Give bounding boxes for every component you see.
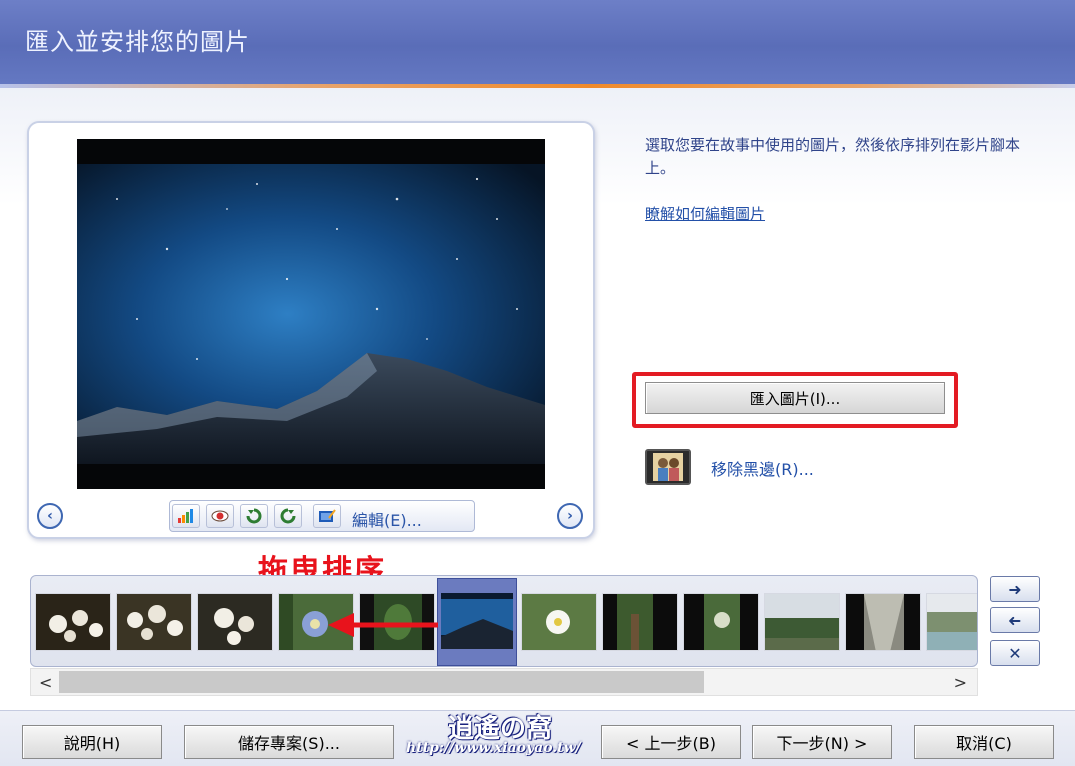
cancel-button[interactable]: 取消(C) bbox=[914, 725, 1054, 759]
thumbnail-flowers-3[interactable] bbox=[197, 593, 273, 651]
image-toolbar: 編輯(E)... bbox=[169, 500, 475, 532]
thumbnail-forest-landscape[interactable] bbox=[764, 593, 840, 651]
filmstrip-scrollbar[interactable]: < > bbox=[30, 668, 978, 696]
watermark-logo: 逍遙の窩 http://www.xiaoyao.tw/ bbox=[398, 706, 598, 764]
back-button[interactable]: < 上一步(B) bbox=[601, 725, 741, 759]
next-button[interactable]: 下一步(N) > bbox=[752, 725, 892, 759]
rotate-left-icon[interactable] bbox=[240, 504, 268, 528]
save-project-button[interactable]: 儲存專案(S)... bbox=[184, 725, 394, 759]
thumbnail-plant-portrait[interactable] bbox=[683, 593, 759, 651]
arrow-right-icon[interactable]: ➜ bbox=[990, 576, 1040, 602]
red-eye-icon[interactable] bbox=[206, 504, 234, 528]
auto-adjust-icon[interactable] bbox=[172, 504, 200, 528]
rotate-right-icon[interactable] bbox=[274, 504, 302, 528]
thumbnail-flowers-2[interactable] bbox=[116, 593, 192, 651]
thumbnail-flowers-1[interactable] bbox=[35, 593, 111, 651]
edit-button[interactable]: 編輯(E)... bbox=[352, 507, 422, 531]
help-button[interactable]: 說明(H) bbox=[22, 725, 162, 759]
header-bar: 匯入並安排您的圖片 bbox=[0, 0, 1075, 84]
edit-icon[interactable] bbox=[313, 504, 341, 528]
watermark-url: http://www.xiaoyao.tw/ bbox=[406, 740, 581, 756]
drag-arrow-icon bbox=[328, 613, 438, 637]
chevron-left-icon[interactable]: ‹ bbox=[37, 503, 63, 529]
chevron-right-icon[interactable]: › bbox=[557, 503, 583, 529]
import-pictures-button[interactable]: 匯入圖片(I)... bbox=[645, 382, 945, 414]
close-icon[interactable]: ✕ bbox=[990, 640, 1040, 666]
preview-image bbox=[77, 139, 545, 489]
thumbnail-corridor[interactable] bbox=[845, 593, 921, 651]
scroll-left-icon[interactable]: < bbox=[39, 673, 52, 692]
remove-border-button[interactable]: 移除黑邊(R)... bbox=[711, 456, 814, 480]
thumbnail-forest-path[interactable] bbox=[602, 593, 678, 651]
photo-story-window: 匯入並安排您的圖片 ‹ › 編輯(E)... 選取您要在故事中使用的圖片，然後依… bbox=[0, 0, 1075, 766]
thumbnail-white-flower[interactable] bbox=[521, 593, 597, 651]
arrow-left-icon[interactable]: ➜ bbox=[990, 607, 1040, 633]
instructions-text: 選取您要在故事中使用的圖片，然後依序排列在影片腳本上。 bbox=[645, 136, 1021, 177]
remove-border-icon[interactable] bbox=[645, 449, 691, 485]
scroll-right-icon[interactable]: > bbox=[954, 673, 967, 692]
filmstrip bbox=[30, 575, 978, 667]
page-title: 匯入並安排您的圖片 bbox=[25, 28, 250, 56]
scrollbar-thumb[interactable] bbox=[59, 671, 704, 693]
preview-panel: ‹ › 編輯(E)... bbox=[27, 121, 595, 539]
learn-edit-link[interactable]: 瞭解如何編輯圖片 bbox=[645, 203, 765, 224]
thumbnail-lake-view[interactable] bbox=[926, 593, 977, 651]
